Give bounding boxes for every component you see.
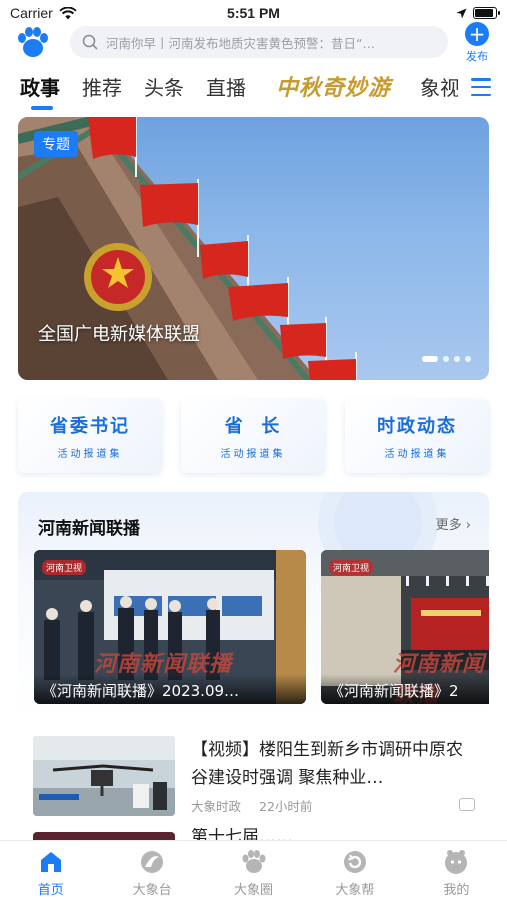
- article-meta: 大象时政 22小时前: [191, 796, 312, 815]
- tabbar-label: 首页: [37, 883, 64, 898]
- tab-mid-autumn[interactable]: 中秋奇妙游: [276, 70, 391, 102]
- carousel-dot: [465, 356, 471, 362]
- channel-tabs: 政事 推荐 头条 直播 中秋奇妙游 象视: [0, 70, 507, 110]
- refresh-icon: [343, 851, 366, 873]
- search-placeholder: 河南你早丨河南发布地质灾害黄色预警：昔日“…: [106, 35, 375, 51]
- comment-icon[interactable]: [459, 798, 475, 811]
- app-header: 河南你早丨河南发布地质灾害黄色预警：昔日“… + 发布: [0, 22, 507, 66]
- search-icon: [82, 34, 98, 50]
- paw-icon: [242, 850, 266, 873]
- active-tab-indicator: [31, 106, 53, 110]
- paw-logo-icon[interactable]: [16, 26, 50, 60]
- battery-icon: [473, 7, 500, 19]
- channel-menu-icon[interactable]: [471, 78, 491, 96]
- search-bar[interactable]: 河南你早丨河南发布地质灾害黄色预警：昔日“…: [70, 26, 448, 58]
- video-card[interactable]: 河南卫视 河南新闻联播 《河南新闻联播》2: [321, 550, 489, 704]
- carousel-dot-active: [422, 356, 438, 362]
- location-arrow-icon: [456, 8, 467, 18]
- tabbar-profile[interactable]: 我的: [406, 841, 507, 900]
- bottom-tab-bar: 首页 大象台 大象圈 大象帮 我的: [0, 840, 507, 900]
- section-title: 河南新闻联播: [38, 519, 140, 539]
- channel-logo: 河南卫视: [329, 560, 374, 575]
- news-list-item[interactable]: 【视频】楼阳生到新乡市调研中原农谷建设时强调 聚焦种业… 大象时政 22小时前: [33, 736, 475, 820]
- card-title: 时政动态: [377, 416, 457, 437]
- home-icon: [40, 852, 61, 872]
- card-party-secretary[interactable]: 省委书记 活动报道集: [18, 399, 162, 473]
- tab-live[interactable]: 直播: [206, 72, 246, 101]
- tabbar-tv[interactable]: 大象台: [101, 841, 202, 900]
- card-title: 省委书记: [50, 416, 130, 437]
- carousel-dot: [443, 356, 449, 362]
- chevron-right-icon: ›: [465, 518, 471, 533]
- card-politics-news[interactable]: 时政动态 活动报道集: [345, 399, 489, 473]
- publish-label: 发布: [466, 50, 488, 63]
- card-subtitle: 活动报道集: [220, 449, 286, 460]
- tabbar-label: 大象圈: [234, 883, 274, 898]
- topic-badge: 专题: [34, 131, 78, 157]
- tv-icon: [141, 851, 164, 873]
- carrier-label: Carrier: [10, 5, 53, 21]
- tabbar-home[interactable]: 首页: [0, 841, 101, 900]
- video-caption: 《河南新闻联播》2023.09…: [34, 674, 306, 704]
- article-time: 22小时前: [259, 799, 313, 814]
- tab-recommend[interactable]: 推荐: [82, 72, 122, 101]
- publish-button[interactable]: + 发布: [461, 22, 493, 64]
- video-caption: 《河南新闻联播》2: [321, 674, 489, 704]
- tabbar-label: 大象帮: [335, 883, 375, 898]
- plus-icon: +: [465, 22, 489, 46]
- banner-carousel[interactable]: 专题 全国广电新媒体联盟: [18, 117, 489, 380]
- more-link[interactable]: 更多 ›: [436, 514, 471, 533]
- video-card[interactable]: 河南卫视 河南新闻联播 《河南新闻联播》2023.09…: [34, 550, 306, 704]
- tabbar-label: 我的: [443, 883, 470, 898]
- card-title: 省 长: [224, 416, 282, 437]
- tabbar-circle[interactable]: 大象圈: [203, 841, 304, 900]
- tabbar-label: 大象台: [132, 883, 172, 898]
- wifi-icon: [59, 6, 77, 19]
- article-thumbnail: [33, 736, 175, 816]
- banner-caption: 全国广电新媒体联盟: [38, 324, 200, 345]
- channel-logo: 河南卫视: [42, 560, 87, 575]
- tab-headlines[interactable]: 头条: [144, 72, 184, 101]
- article-title: 【视频】楼阳生到新乡市调研中原农谷建设时强调 聚焦种业…: [191, 740, 463, 788]
- profile-icon: [445, 850, 468, 874]
- carousel-dot: [454, 356, 460, 362]
- tab-xiangshi[interactable]: 象视: [420, 72, 458, 101]
- card-subtitle: 活动报道集: [57, 449, 123, 460]
- carousel-indicator: [422, 356, 471, 362]
- tabbar-help[interactable]: 大象帮: [304, 841, 405, 900]
- card-governor[interactable]: 省 长 活动报道集: [181, 399, 325, 473]
- article-source: 大象时政: [191, 799, 242, 814]
- tab-politics[interactable]: 政事: [20, 72, 60, 101]
- news-broadcast-section: 河南新闻联播 更多 › 河南卫视 河南新闻联播 《河南新闻联播》2023.09……: [18, 492, 489, 720]
- card-subtitle: 活动报道集: [384, 449, 450, 460]
